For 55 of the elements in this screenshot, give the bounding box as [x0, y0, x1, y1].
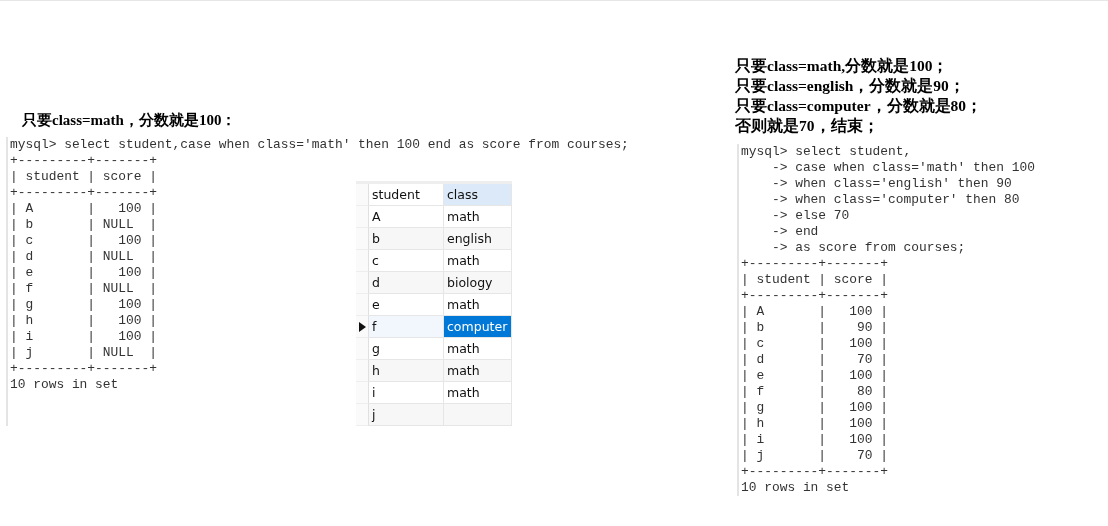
console-line: | e | 100 |: [10, 265, 158, 281]
console-line: | e | 100 |: [741, 368, 889, 384]
console-line: | i | 100 |: [741, 432, 889, 448]
console-line: | h | 100 |: [10, 313, 158, 329]
console-line: -> case when class='math' then 100: [770, 160, 1036, 176]
console-line: | f | NULL |: [10, 281, 158, 297]
table-cell[interactable]: math: [444, 360, 512, 382]
console-line: | A | 100 |: [10, 201, 158, 217]
console-line: -> else 70: [770, 208, 851, 224]
console-line: | d | NULL |: [10, 249, 158, 265]
table-cell[interactable]: computer: [444, 316, 512, 338]
note-text: 只要class=english，分数就是90；: [735, 76, 966, 96]
console-line: | i | 100 |: [10, 329, 158, 345]
row-pointer-icon: [358, 321, 366, 332]
console-line: | g | 100 |: [741, 400, 889, 416]
note-text: 只要class=math,分数就是100；: [735, 56, 950, 76]
console-line: -> when class='computer' then 80: [770, 192, 1021, 208]
console-line: mysql> select student,: [741, 144, 913, 160]
column-header[interactable]: class: [444, 184, 512, 206]
console-line: +---------+-------+: [741, 256, 889, 272]
console-line: +---------+-------+: [10, 185, 158, 201]
table-cell[interactable]: [444, 404, 512, 426]
console-line: | f | 80 |: [741, 384, 889, 400]
row-header[interactable]: [356, 316, 369, 338]
console-line: +---------+-------+: [10, 153, 158, 169]
console-line: | A | 100 |: [741, 304, 889, 320]
console-line: +---------+-------+: [741, 464, 889, 480]
console-line: | student | score |: [741, 272, 889, 288]
console-line: | j | NULL |: [10, 345, 158, 361]
table-cell[interactable]: biology: [444, 272, 512, 294]
console-line: | h | 100 |: [741, 416, 889, 432]
table-cell[interactable]: h: [369, 360, 444, 382]
table-cell[interactable]: b: [369, 228, 444, 250]
console-line: | g | 100 |: [10, 297, 158, 313]
console-line: | b | NULL |: [10, 217, 158, 233]
console-line: +---------+-------+: [10, 361, 158, 377]
console-line: -> when class='english' then 90: [770, 176, 1013, 192]
console-line: | c | 100 |: [741, 336, 889, 352]
console-line: +---------+-------+: [741, 288, 889, 304]
console-line: | c | 100 |: [10, 233, 158, 249]
console-line: -> as score from courses;: [770, 240, 967, 256]
console-line: | b | 90 |: [741, 320, 889, 336]
note-text: 只要class=computer，分数就是80；: [735, 96, 984, 116]
table-cell[interactable]: f: [369, 316, 444, 338]
console-line: 10 rows in set: [741, 480, 851, 496]
table-cell[interactable]: d: [369, 272, 444, 294]
console-line: | student | score |: [10, 169, 158, 185]
console-line: 10 rows in set: [10, 377, 120, 393]
console-line: mysql> select student,case when class='math' then 100 end as score from courses;: [10, 137, 629, 153]
note-text: 否则就是70，结束；: [735, 116, 880, 136]
console-line: | j | 70 |: [741, 448, 889, 464]
note-text: 只要class=math，分数就是100：: [22, 111, 238, 130]
table-cell[interactable]: english: [444, 228, 512, 250]
console-line: | d | 70 |: [741, 352, 889, 368]
console-line: -> end: [770, 224, 820, 240]
